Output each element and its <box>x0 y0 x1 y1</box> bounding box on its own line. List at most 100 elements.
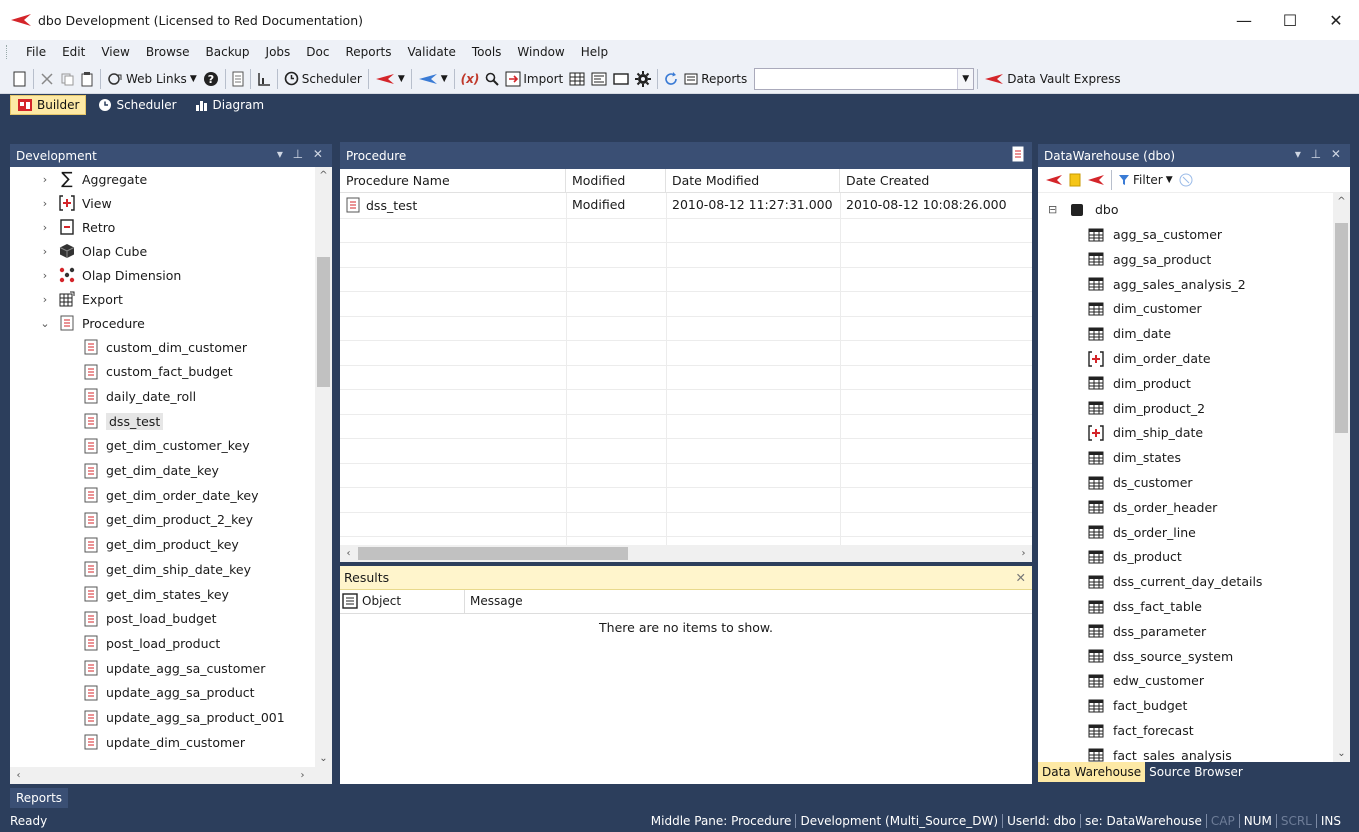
tab-scheduler[interactable]: Scheduler <box>92 95 182 115</box>
refresh-icon[interactable] <box>661 67 681 91</box>
chevron-right-icon[interactable]: › <box>38 293 52 306</box>
tree-category-procedure[interactable]: ⌄ Procedure <box>38 311 145 335</box>
tree-item-table[interactable]: dss_parameter <box>1088 619 1206 644</box>
gear-icon[interactable] <box>632 67 654 91</box>
scroll-down-icon[interactable]: ⌄ <box>315 750 332 767</box>
window-icon[interactable] <box>610 67 632 91</box>
scroll-right-icon[interactable]: › <box>1015 545 1032 562</box>
tree-item-procedure[interactable]: get_dim_ship_date_key <box>82 557 251 581</box>
column-header-date-created[interactable]: Date Created <box>840 169 1032 193</box>
menu-tools[interactable]: Tools <box>464 45 510 59</box>
new-object-icon[interactable] <box>1066 168 1084 192</box>
close-button[interactable]: ✕ <box>1313 0 1359 40</box>
tree-item-procedure[interactable]: dss_test <box>82 409 164 433</box>
scroll-right-icon[interactable]: › <box>294 767 311 784</box>
menu-help[interactable]: Help <box>573 45 616 59</box>
close-icon[interactable]: ✕ <box>1016 566 1026 590</box>
chevron-right-icon[interactable]: › <box>38 269 52 282</box>
toolbar-combo-box[interactable]: ▼ <box>754 67 975 90</box>
tree-category-view[interactable]: › View <box>38 191 112 215</box>
tab-data-warehouse[interactable]: Data Warehouse <box>1038 762 1146 782</box>
red-arrow-dropdown[interactable]: ▼ <box>372 67 408 91</box>
tree-item-procedure[interactable]: get_dim_date_key <box>82 459 219 483</box>
menu-browse[interactable]: Browse <box>138 45 198 59</box>
filter-button[interactable]: Filter ▼ <box>1115 168 1176 192</box>
tree-item-table[interactable]: agg_sa_customer <box>1088 222 1222 247</box>
vertical-scrollbar[interactable]: ^ ⌄ <box>315 167 332 767</box>
tree-item-procedure[interactable]: custom_fact_budget <box>82 360 233 384</box>
scrollbar-thumb[interactable] <box>358 547 628 560</box>
collapse-icon[interactable]: ⊟ <box>1048 203 1062 216</box>
tree-item-table[interactable]: dim_ship_date <box>1088 420 1203 445</box>
menu-doc[interactable]: Doc <box>298 45 337 59</box>
vertical-scrollbar[interactable]: ^ ⌄ <box>1333 193 1350 762</box>
tree-item-table[interactable]: ds_customer <box>1088 470 1193 495</box>
panel-controls[interactable]: ▾ ⊥ ✕ <box>1295 147 1344 161</box>
tree-item-procedure[interactable]: get_dim_product_2_key <box>82 508 253 532</box>
tree-item-table[interactable]: edw_customer <box>1088 668 1204 693</box>
blue-arrow-dropdown[interactable]: ▼ <box>415 67 451 91</box>
menu-view[interactable]: View <box>93 45 137 59</box>
chevron-right-icon[interactable]: › <box>38 197 52 210</box>
horizontal-scrollbar[interactable]: ‹ › <box>340 545 1032 562</box>
menu-grip-icon[interactable] <box>6 45 9 59</box>
grid-icon[interactable] <box>566 67 588 91</box>
column-header-date-modified[interactable]: Date Modified <box>666 169 840 193</box>
tree-item-table[interactable]: fact_forecast <box>1088 718 1194 743</box>
tree-item-table[interactable]: dim_order_date <box>1088 346 1211 371</box>
chevron-right-icon[interactable]: › <box>38 221 52 234</box>
tree-item-procedure[interactable]: update_agg_sa_product <box>82 681 255 705</box>
tree-category-retro[interactable]: › Retro <box>38 215 115 239</box>
red-arrow-icon[interactable] <box>1042 168 1066 192</box>
scroll-up-icon[interactable]: ^ <box>315 167 332 184</box>
form-icon[interactable] <box>588 67 610 91</box>
tree-item-procedure[interactable]: post_load_product <box>82 631 220 655</box>
scrollbar-thumb[interactable] <box>317 257 330 387</box>
menu-validate[interactable]: Validate <box>400 45 464 59</box>
tree-item-procedure[interactable]: get_dim_states_key <box>82 582 229 606</box>
variable-icon[interactable]: (x) <box>458 67 483 91</box>
tree-item-table[interactable]: dss_fact_table <box>1088 594 1202 619</box>
tab-reports[interactable]: Reports <box>10 788 69 808</box>
reports-button[interactable]: Reports <box>681 67 750 91</box>
menu-file[interactable]: File <box>18 45 54 59</box>
search-icon[interactable] <box>482 67 502 91</box>
minimize-button[interactable]: — <box>1221 0 1267 40</box>
tab-diagram[interactable]: Diagram <box>189 95 271 115</box>
web-links-button[interactable]: Web Links ▼ <box>104 67 200 91</box>
tree-item-procedure[interactable]: get_dim_product_key <box>82 533 239 557</box>
tab-builder[interactable]: Builder <box>10 95 87 115</box>
tree-item-procedure[interactable]: post_load_budget <box>82 607 217 631</box>
tree-item-table[interactable]: fact_budget <box>1088 693 1187 718</box>
tree-category-export[interactable]: › Export <box>38 287 123 311</box>
document-icon[interactable] <box>1012 146 1024 165</box>
tree-item-table[interactable]: dss_source_system <box>1088 644 1233 669</box>
tree-item-table[interactable]: ds_order_line <box>1088 520 1196 545</box>
tree-item-procedure[interactable]: get_dim_customer_key <box>82 434 250 458</box>
scroll-left-icon[interactable]: ‹ <box>10 767 27 784</box>
tree-category-olap-dimension[interactable]: › Olap Dimension <box>38 263 182 287</box>
tree-item-table[interactable]: dim_customer <box>1088 296 1202 321</box>
scrollbar-thumb[interactable] <box>1335 223 1348 433</box>
tree-item-table[interactable]: dim_states <box>1088 445 1181 470</box>
tree-category-aggregate[interactable]: › ∑ Aggregate <box>38 167 147 191</box>
tree-item-procedure[interactable]: daily_date_roll <box>82 384 196 408</box>
table-row[interactable]: dss_test <box>344 193 417 217</box>
data-vault-express-button[interactable]: Data Vault Express <box>981 67 1123 91</box>
column-header-object[interactable]: Object <box>362 594 401 608</box>
menu-window[interactable]: Window <box>509 45 572 59</box>
tree-item-procedure[interactable]: get_dim_order_date_key <box>82 483 259 507</box>
scheduler-button[interactable]: Scheduler <box>281 67 365 91</box>
red-arrow-icon[interactable] <box>1084 168 1108 192</box>
menu-jobs[interactable]: Jobs <box>258 45 299 59</box>
help-icon[interactable]: ? <box>200 67 222 91</box>
scroll-up-icon[interactable]: ^ <box>1333 193 1350 210</box>
tree-item-procedure[interactable]: custom_dim_customer <box>82 335 247 359</box>
tree-item-procedure[interactable]: update_dim_customer <box>82 730 245 754</box>
document-icon[interactable] <box>229 67 247 91</box>
tree-item-table[interactable]: agg_sales_analysis_2 <box>1088 272 1246 297</box>
column-header-modified[interactable]: Modified <box>566 169 666 193</box>
copy-icon[interactable] <box>57 67 77 91</box>
panel-controls[interactable]: ▾ ⊥ ✕ <box>277 147 326 161</box>
scroll-down-icon[interactable]: ⌄ <box>1333 745 1350 762</box>
